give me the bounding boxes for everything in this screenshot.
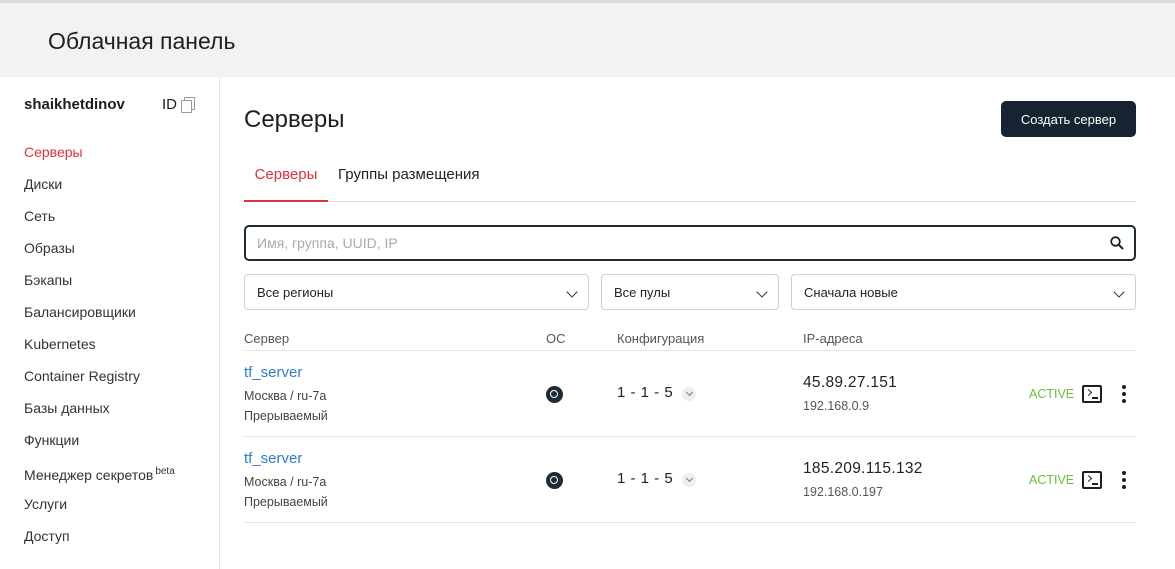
column-header-os: ОС [546,331,566,346]
search-input[interactable] [257,233,1097,253]
search-icon[interactable] [1110,236,1124,250]
ubuntu-icon [546,472,563,489]
private-ip: 192.168.0.197 [803,485,883,499]
server-name-link[interactable]: tf_server [244,450,302,467]
tab-servers[interactable]: Серверы [244,166,328,202]
server-name-link[interactable]: tf_server [244,364,302,381]
sidebar-item-label: Образы [24,240,75,256]
sidebar-item-label: Балансировщики [24,304,136,320]
sidebar-item-label: Менеджер секретов [24,467,154,483]
server-location: Москва / ru-7a [244,389,327,403]
sidebar-item-label: Услуги [24,496,68,512]
tabs: Серверы Группы размещения [244,163,1136,202]
more-vertical-icon[interactable] [1118,470,1130,490]
private-ip: 192.168.0.9 [803,399,870,413]
sidebar-item-balancers[interactable]: Балансировщики [24,301,175,333]
sort-select-value: Сначала новые [804,285,898,300]
beta-badge: beta [155,466,175,477]
sidebar-item-secrets-manager[interactable]: Менеджер секретов beta [24,461,175,493]
sidebar-item-functions[interactable]: Функции [24,429,175,461]
sidebar-item-access[interactable]: Доступ [24,525,175,557]
server-type: Прерываемый [244,495,328,509]
sidebar-item-services[interactable]: Услуги [24,493,175,525]
sidebar-item-label: Kubernetes [24,336,96,352]
chevron-down-icon[interactable] [682,387,696,401]
sidebar-item-kubernetes[interactable]: Kubernetes [24,333,175,365]
create-server-button[interactable]: Создать сервер [1001,101,1136,137]
pool-select-value: Все пулы [614,285,671,300]
sidebar-item-label: Сеть [24,208,56,224]
copy-icon [181,97,195,113]
column-header-ip: IP-адреса [803,331,863,346]
page-title: Серверы [244,106,345,133]
sidebar-item-label: Диски [24,176,63,192]
chevron-down-icon [756,286,768,298]
status-badge: ACTIVE [1029,473,1075,487]
public-ip: 185.209.115.132 [803,460,923,477]
server-type: Прерываемый [244,409,328,423]
table-row: tf_server Москва / ru-7a Прерываемый 1 -… [244,437,1136,523]
sidebar-item-backups[interactable]: Бэкапы [24,269,175,301]
app-title: Облачная панель [48,28,236,54]
console-icon[interactable] [1082,471,1102,489]
top-bar: Облачная панель [0,0,1175,77]
more-vertical-icon[interactable] [1118,384,1130,404]
search-box [244,225,1136,261]
chevron-down-icon[interactable] [682,473,696,487]
sidebar-item-label: Container Registry [24,368,140,384]
sidebar-item-label: Доступ [24,528,70,544]
ubuntu-icon [546,386,563,403]
sidebar-item-servers[interactable]: Серверы [24,141,175,173]
status-badge: ACTIVE [1029,387,1075,401]
server-location: Москва / ru-7a [244,475,327,489]
chevron-down-icon [1113,286,1125,298]
server-config: 1 - 1 - 5 [617,470,674,487]
sidebar-item-label: Функции [24,432,80,448]
id-label: ID [162,96,177,113]
sidebar-item-label: Бэкапы [24,272,73,288]
public-ip: 45.89.27.151 [803,374,898,391]
sort-select[interactable]: Сначала новые [791,274,1136,310]
server-config: 1 - 1 - 5 [617,384,674,401]
region-select-value: Все регионы [257,285,334,300]
pool-select[interactable]: Все пулы [601,274,779,310]
table-header: Сервер ОС Конфигурация IP-адреса [244,331,1136,351]
sidebar-nav: Серверы Диски Сеть Образы Бэкапы Баланси… [24,141,175,557]
region-select[interactable]: Все регионы [244,274,589,310]
column-header-config: Конфигурация [617,331,705,346]
sidebar-item-container-registry[interactable]: Container Registry [24,365,175,397]
sidebar-item-databases[interactable]: Базы данных [24,397,175,429]
sidebar-item-label: Базы данных [24,400,110,416]
sidebar-item-label: Серверы [24,144,83,160]
column-header-server: Сервер [244,331,290,346]
sidebar-item-images[interactable]: Образы [24,237,175,269]
tab-placement-groups[interactable]: Группы размещения [338,166,480,202]
sidebar-item-disks[interactable]: Диски [24,173,175,205]
username: shaikhetdinov [24,96,125,113]
console-icon[interactable] [1082,385,1102,403]
table-row: tf_server Москва / ru-7a Прерываемый 1 -… [244,351,1136,437]
copy-id-button[interactable]: ID [162,96,195,113]
chevron-down-icon [566,286,578,298]
sidebar: shaikhetdinov ID Серверы Диски Сеть Обра… [0,77,220,569]
sidebar-item-network[interactable]: Сеть [24,205,175,237]
